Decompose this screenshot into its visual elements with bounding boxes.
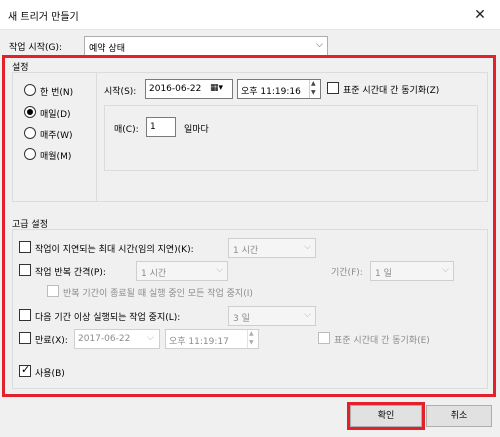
settings-divider	[96, 73, 97, 201]
spin-down-icon[interactable]: ▼	[249, 339, 254, 347]
radio-weekly[interactable]	[24, 127, 36, 139]
chevron-down-icon: ⌵	[442, 265, 449, 275]
recur-value: 1	[150, 122, 156, 132]
radio-once-label: 한 번(N)	[40, 88, 74, 98]
radio-daily-label: 매일(D)	[40, 110, 71, 120]
expire-date-picker[interactable]: 2017-06-22 ⌵	[74, 329, 160, 349]
repeat-select[interactable]: 1 시간 ⌵	[136, 261, 228, 281]
delay-label: 작업이 지연되는 최대 시간(임의 지연)(K):	[35, 245, 194, 255]
expire-time-value: 오후 11:19:17	[169, 337, 229, 347]
expire-sync-checkbox[interactable]	[318, 332, 330, 344]
radio-once[interactable]	[24, 84, 36, 96]
start-time-value: 오후 11:19:16	[241, 87, 301, 97]
checkmark-icon: ✓	[21, 363, 31, 376]
enabled-checkbox[interactable]: ✓	[19, 363, 31, 377]
expire-sync-label: 표준 시간대 간 동기화(E)	[334, 336, 430, 346]
expire-label: 만료(X):	[35, 336, 68, 346]
ok-highlight-box	[347, 402, 425, 430]
stop-value: 3 일	[233, 314, 250, 324]
recur-input[interactable]: 1	[146, 117, 176, 137]
duration-select[interactable]: 1 일 ⌵	[370, 261, 454, 281]
start-label: 시작(S):	[104, 87, 137, 97]
stop-all-checkbox[interactable]	[47, 285, 59, 297]
chevron-down-icon: ⌵	[216, 265, 223, 275]
chevron-down-icon[interactable]: ⌵	[147, 333, 154, 343]
time-spinner[interactable]: ▲ ▼	[309, 80, 320, 98]
chevron-down-icon: ⌵	[304, 310, 311, 320]
start-time-input[interactable]: 오후 11:19:16 ▲ ▼	[237, 79, 321, 99]
time-spinner[interactable]: ▲ ▼	[247, 330, 258, 348]
begin-task-label: 작업 시작(G):	[9, 43, 63, 53]
begin-task-select[interactable]: 예약 상태 ⌵	[84, 36, 328, 56]
recur-unit: 일마다	[184, 125, 209, 135]
chevron-down-icon: ⌵	[316, 40, 323, 50]
duration-label: 기간(F):	[331, 268, 363, 278]
spin-down-icon[interactable]: ▼	[311, 89, 316, 97]
duration-value: 1 일	[375, 269, 392, 279]
start-date-picker[interactable]: 2016-06-22 ▦▾	[145, 79, 233, 99]
chevron-down-icon: ⌵	[304, 242, 311, 252]
sync-timezone-checkbox[interactable]	[327, 82, 339, 94]
begin-task-value: 예약 상태	[89, 44, 125, 54]
expire-time-input[interactable]: 오후 11:19:17 ▲ ▼	[165, 329, 259, 349]
expire-date-value: 2017-06-22	[78, 334, 131, 344]
close-icon[interactable]: ✕	[468, 4, 492, 26]
start-date-value: 2016-06-22	[149, 84, 202, 94]
recur-box	[104, 105, 478, 171]
repeat-value: 1 시간	[141, 269, 167, 279]
spin-up-icon[interactable]: ▲	[249, 330, 254, 338]
delay-checkbox[interactable]	[19, 241, 31, 253]
expire-checkbox[interactable]	[19, 332, 31, 344]
delay-select[interactable]: 1 시간 ⌵	[228, 238, 316, 258]
radio-weekly-label: 매주(W)	[40, 131, 73, 141]
repeat-label: 작업 반복 간격(P):	[35, 268, 106, 278]
cancel-button[interactable]: 취소	[426, 405, 492, 427]
sync-timezone-label: 표준 시간대 간 동기화(Z)	[343, 86, 440, 96]
enabled-label: 사용(B)	[35, 369, 65, 379]
stop-label: 다음 기간 이상 실행되는 작업 중지(L):	[35, 313, 181, 323]
stop-all-label: 반복 기간이 종료될 때 실행 중인 모든 작업 중지(I)	[63, 289, 253, 299]
delay-value: 1 시간	[233, 246, 259, 256]
radio-monthly[interactable]	[24, 148, 36, 160]
spin-up-icon[interactable]: ▲	[311, 80, 316, 88]
radio-monthly-label: 매월(M)	[40, 152, 72, 162]
stop-checkbox[interactable]	[19, 309, 31, 321]
calendar-icon[interactable]: ▦▾	[210, 83, 223, 93]
radio-selected-dot	[27, 109, 33, 115]
stop-select[interactable]: 3 일 ⌵	[228, 306, 316, 326]
radio-daily[interactable]	[24, 106, 36, 118]
window-title: 새 트리거 만들기	[8, 12, 79, 23]
recur-label: 매(C):	[114, 125, 139, 135]
repeat-checkbox[interactable]	[19, 264, 31, 276]
